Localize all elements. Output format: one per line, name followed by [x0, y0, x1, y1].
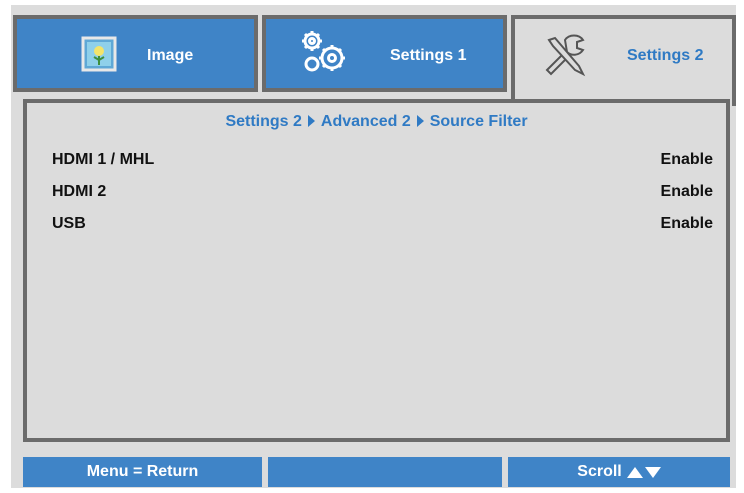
- setting-name: USB: [52, 215, 86, 232]
- tab-label: Settings 1: [390, 47, 467, 64]
- footer-left-label: Menu = Return: [86, 463, 199, 480]
- tab-image[interactable]: Image: [13, 15, 258, 92]
- footer-menu-return: Menu = Return: [23, 457, 262, 487]
- arrow-up-icon: [626, 466, 643, 478]
- list-item-hdmi2[interactable]: HDMI 2 Enable: [52, 179, 713, 207]
- footer-middle: [268, 457, 502, 487]
- breadcrumb-item: Source Filter: [429, 113, 528, 130]
- tools-icon: [539, 30, 595, 82]
- tab-label: Settings 2: [627, 47, 704, 64]
- setting-value[interactable]: Enable: [661, 183, 713, 201]
- list-item-hdmi1[interactable]: HDMI 1 / MHL Enable: [52, 147, 713, 175]
- gears-icon: [296, 28, 352, 80]
- tab-settings-1[interactable]: Settings 1: [262, 15, 507, 92]
- breadcrumb: Settings 2 Advanced 2 Source Filter: [27, 113, 726, 131]
- content-panel: Settings 2 Advanced 2 Source Filter HDMI 1…: [23, 99, 730, 442]
- setting-value[interactable]: Enable: [661, 215, 713, 233]
- footer-right-label: Scroll: [577, 463, 622, 480]
- image-icon: [77, 32, 121, 76]
- chevron-right-icon: [416, 115, 424, 127]
- chevron-right-icon: [307, 115, 315, 127]
- setting-value[interactable]: Enable: [661, 151, 713, 169]
- setting-name: HDMI 2: [52, 183, 107, 200]
- breadcrumb-item: Settings 2: [225, 113, 302, 130]
- tab-label: Image: [147, 47, 194, 64]
- arrow-down-icon: [644, 466, 661, 478]
- breadcrumb-item: Advanced 2: [320, 113, 411, 130]
- footer-scroll: Scroll: [508, 457, 730, 487]
- list-item-usb[interactable]: USB Enable: [52, 211, 713, 239]
- tab-settings-2[interactable]: Settings 2: [511, 15, 736, 106]
- setting-name: HDMI 1 / MHL: [52, 151, 155, 168]
- osd-menu: Image Settings 1 Settings 2 Settings 2 A…: [11, 5, 736, 488]
